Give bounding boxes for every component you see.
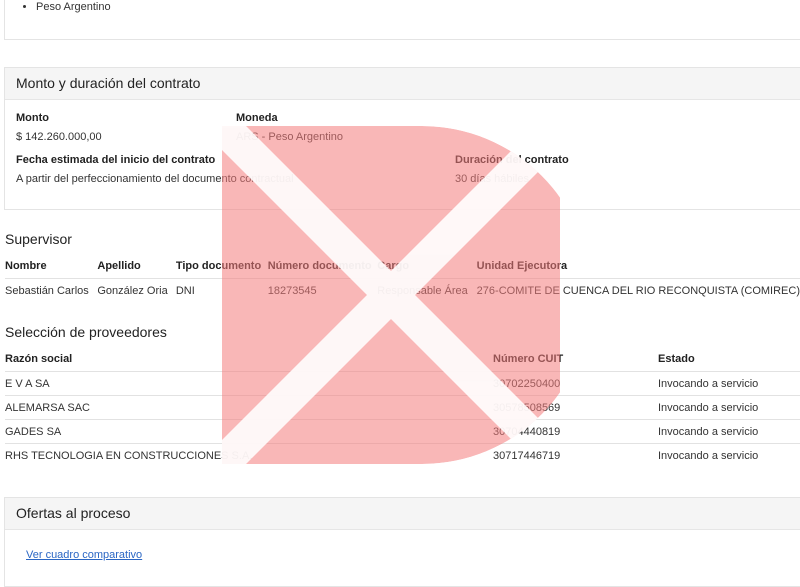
ver-cuadro-comparativo-link[interactable]: Ver cuadro comparativo <box>26 549 142 561</box>
proveedor-estado: Invocando a servicio <box>658 371 800 396</box>
proveedores-header-row: Razón social Número CUIT Estado <box>5 347 800 372</box>
proveedor-razon-social: E V A SA <box>5 371 493 396</box>
table-row: ALEMARSA SAC 30578508569 Invocando a ser… <box>5 395 800 420</box>
monto-field: Monto $ 142.260.000,00 <box>16 112 102 143</box>
header-numero-documento: Número documento <box>267 260 372 272</box>
proveedor-razon-social: RHS TECNOLOGIA EN CONSTRUCCIONES S.A. <box>5 443 493 467</box>
header-tipo-documento: Tipo documento <box>175 260 262 272</box>
monto-value: $ 142.260.000,00 <box>16 131 102 143</box>
duracion-field: Duración del contrato 30 días hábiles <box>455 154 569 185</box>
supervisor-numero-documento: 18273545 <box>267 278 378 302</box>
currency-card: Peso Argentino <box>4 0 800 40</box>
inicio-value: A partir del perfeccionamiento del docum… <box>16 173 294 185</box>
header-apellido: Apellido <box>97 260 141 272</box>
inicio-label: Fecha estimada del inicio del contrato <box>16 154 216 166</box>
proveedor-razon-social: ALEMARSA SAC <box>5 395 493 420</box>
proveedores-title: Selección de proveedores <box>5 324 167 340</box>
proveedor-estado: Invocando a servicio <box>658 419 800 444</box>
monto-label: Monto <box>16 112 49 124</box>
table-row: GADES SA 30704440819 Invocando a servici… <box>5 419 800 444</box>
supervisor-apellido: González Oria <box>97 278 176 302</box>
ofertas-card: Ofertas al proceso Ver cuadro comparativ… <box>4 497 800 587</box>
currency-list: Peso Argentino <box>5 1 111 13</box>
supervisor-tipo-documento: DNI <box>175 278 268 302</box>
moneda-value: ARS - Peso Argentino <box>236 131 344 143</box>
duracion-value: 30 días hábiles <box>455 173 529 185</box>
header-nombre: Nombre <box>5 260 47 272</box>
supervisor-header-row: Nombre Apellido Tipo documento Número do… <box>5 254 800 279</box>
header-unidad-ejecutora: Unidad Ejecutora <box>476 260 568 272</box>
proveedor-razon-social: GADES SA <box>5 419 493 444</box>
moneda-label: Moneda <box>236 112 278 124</box>
header-cargo: Cargo <box>377 260 410 272</box>
supervisor-title: Supervisor <box>5 231 72 247</box>
currency-list-item: Peso Argentino <box>36 1 111 13</box>
inicio-field: Fecha estimada del inicio del contrato A… <box>16 154 294 185</box>
proveedor-cuit: 30578508569 <box>493 395 658 420</box>
header-numero-cuit: Número CUIT <box>493 353 564 365</box>
header-razon-social: Razón social <box>5 353 73 365</box>
table-row: E V A SA 30702250400 Invocando a servici… <box>5 371 800 396</box>
proveedor-cuit: 30704440819 <box>493 419 658 444</box>
monto-section-title: Monto y duración del contrato <box>5 68 800 100</box>
proveedor-estado: Invocando a servicio <box>658 395 800 420</box>
table-row: Sebastián Carlos González Oria DNI 18273… <box>5 278 800 302</box>
duracion-label: Duración del contrato <box>455 154 569 166</box>
proveedor-estado: Invocando a servicio <box>658 443 800 467</box>
moneda-field: Moneda ARS - Peso Argentino <box>236 112 343 143</box>
ofertas-section-title: Ofertas al proceso <box>5 498 800 530</box>
supervisor-unidad-ejecutora: 276-COMITE DE CUENCA DEL RIO RECONQUISTA… <box>476 278 800 302</box>
proveedor-cuit: 30702250400 <box>493 371 658 396</box>
monto-card: Monto y duración del contrato Monto $ 14… <box>4 67 800 210</box>
supervisor-cargo: Responsable Área <box>377 278 477 302</box>
supervisor-table: Nombre Apellido Tipo documento Número do… <box>5 254 800 302</box>
proveedor-cuit: 30717446719 <box>493 443 658 467</box>
proveedores-table: Razón social Número CUIT Estado E V A SA… <box>5 347 800 467</box>
supervisor-nombre: Sebastián Carlos <box>5 278 98 302</box>
header-estado: Estado <box>658 353 695 365</box>
table-row: RHS TECNOLOGIA EN CONSTRUCCIONES S.A. 30… <box>5 443 800 467</box>
